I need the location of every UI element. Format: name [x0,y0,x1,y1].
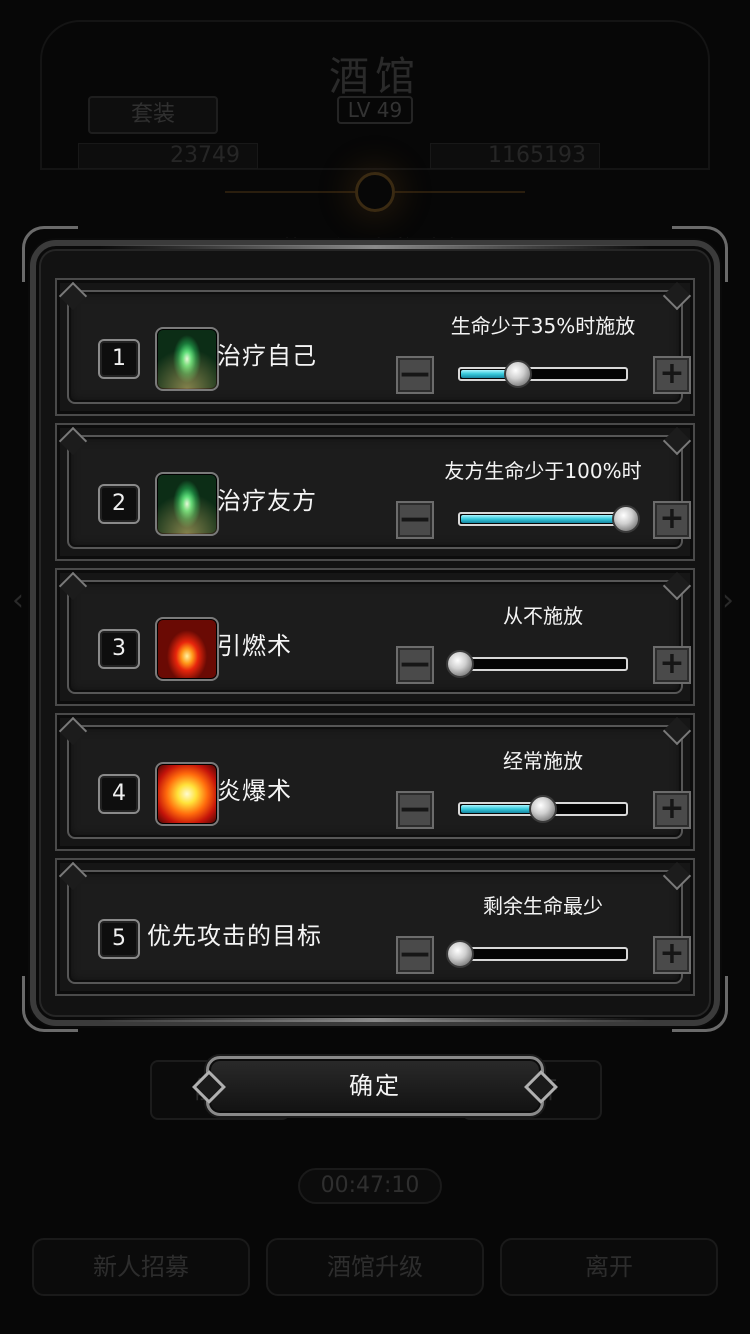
increase-button[interactable]: + [653,646,691,684]
background-stat-right: 1165193 [488,143,586,168]
condition-label: 剩余生命最少 [483,894,603,918]
decrease-button[interactable]: — [396,646,434,684]
skill-index-badge: 2 [98,484,140,524]
increase-button[interactable]: + [653,356,691,394]
skill-row-panel: 3 引燃术 从不施放 — + [67,580,691,694]
slider-knob[interactable] [446,650,474,678]
decrease-button[interactable]: — [396,791,434,829]
condition-label: 友方生命少于100%时 [444,459,642,483]
background-crest-line-right [395,191,525,193]
background-stat-left: 23749 [170,143,240,168]
skill-row-panel: 1 治疗自己 生命少于35%时施放 — + [67,290,691,404]
background-crest-icon [355,172,395,212]
condition-slider[interactable] [458,795,628,823]
condition-label: 经常施放 [503,749,583,773]
background-tab: 套装 [88,96,218,134]
condition-slider[interactable] [446,940,628,968]
background-button-leave: 离开 [500,1238,718,1296]
confirm-button[interactable]: 确定 [206,1056,544,1116]
background-crest-line-left [225,191,355,193]
skill-row-panel: 4 炎爆术 经常施放 — + [67,725,691,839]
skill-name: 治疗友方 [217,487,317,515]
slider-fill [461,515,623,523]
slider-knob[interactable] [612,505,640,533]
flame-icon [155,617,219,681]
skill-row-panel: 2 治疗友方 友方生命少于100%时 — + [67,435,691,549]
skill-index-badge: 3 [98,629,140,669]
background-counter: 00:47:10 [298,1168,442,1204]
decrease-button[interactable]: — [396,501,434,539]
dialog-top-ornament [100,245,650,249]
skill-row-2: 2 治疗友方 友方生命少于100%时 — + [55,423,695,561]
increase-button[interactable]: + [653,791,691,829]
background-title: 酒馆 [329,54,421,100]
condition-label: 从不施放 [503,604,583,628]
skill-index-badge: 4 [98,774,140,814]
skill-index-badge: 1 [98,339,140,379]
condition-label: 生命少于35%时施放 [450,314,636,338]
heal-icon [155,327,219,391]
condition-slider[interactable] [458,360,628,388]
skill-index-badge: 5 [98,919,140,959]
decrease-button[interactable]: — [396,356,434,394]
background-arrow-left-icon: ‹ [12,583,24,618]
explosion-icon [155,762,219,826]
slider-knob[interactable] [529,795,557,823]
skill-row-4: 4 炎爆术 经常施放 — + [55,713,695,851]
dialog-corner-ornament [672,226,728,282]
decrease-button[interactable]: — [396,936,434,974]
background-arrow-right-icon: › [722,583,734,618]
background-level-badge: LV 49 [337,96,413,124]
target-priority-label: 优先攻击的目标 [147,922,322,950]
increase-button[interactable]: + [653,936,691,974]
condition-slider[interactable] [446,650,628,678]
background-button-recruit: 新人招募 [32,1238,250,1296]
slider-knob[interactable] [446,940,474,968]
target-priority-row: 5 优先攻击的目标 剩余生命最少 — + [55,858,695,996]
heal-icon [155,472,219,536]
skill-row-1: 1 治疗自己 生命少于35%时施放 — + [55,278,695,416]
dialog-bottom-ornament [100,1018,650,1022]
condition-slider[interactable] [458,505,640,533]
background-button-upgrade: 酒馆升级 [266,1238,484,1296]
skill-name: 炎爆术 [217,777,292,805]
skill-row-panel: 5 优先攻击的目标 剩余生命最少 — + [67,870,691,984]
dialog-corner-ornament [22,226,78,282]
skill-name: 引燃术 [217,632,292,660]
slider-knob[interactable] [504,360,533,388]
skill-name: 治疗自己 [217,342,317,370]
increase-button[interactable]: + [653,501,691,539]
skill-row-3: 3 引燃术 从不施放 — + [55,568,695,706]
